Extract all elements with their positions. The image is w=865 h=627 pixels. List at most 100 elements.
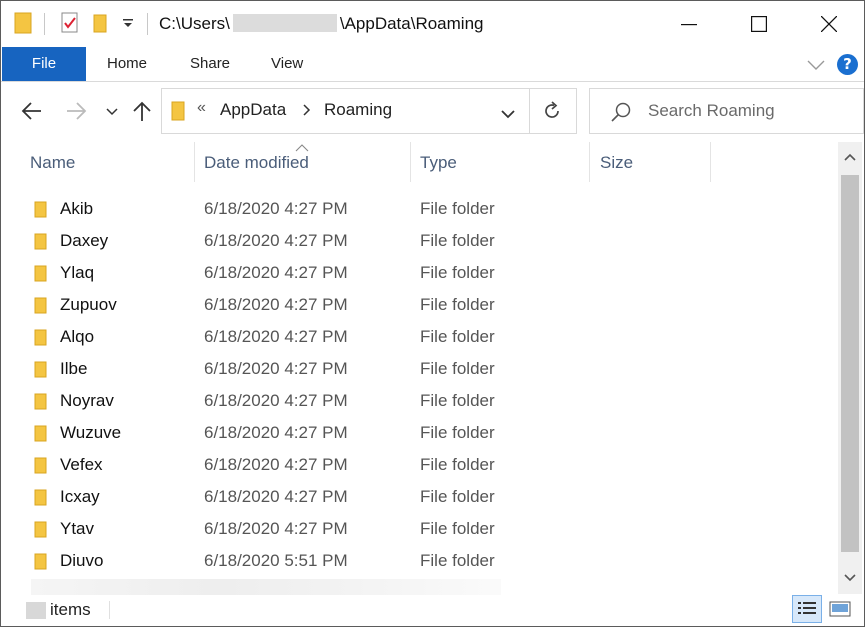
file-date-modified: 6/18/2020 4:27 PM — [204, 455, 348, 474]
file-type: File folder — [420, 199, 495, 218]
maximize-icon — [751, 16, 767, 32]
scroll-up-icon[interactable] — [844, 149, 856, 167]
file-type: File folder — [420, 359, 495, 378]
up-arrow-icon — [133, 101, 151, 121]
help-button[interactable]: ? — [837, 54, 858, 75]
file-name: Icxay — [60, 487, 100, 506]
column-divider[interactable] — [710, 142, 711, 182]
title-bar: C:\Users\ \AppData\Roaming — [1, 1, 864, 47]
file-name: Noyrav — [60, 391, 114, 410]
close-button[interactable] — [794, 1, 864, 47]
search-box[interactable] — [589, 88, 864, 134]
search-input[interactable] — [648, 89, 848, 133]
list-item[interactable]: Icxay 6/18/2020 4:27 PM File folder — [1, 481, 836, 513]
list-item[interactable]: Ytav 6/18/2020 4:27 PM File folder — [1, 513, 836, 545]
file-name: Ilbe — [60, 359, 88, 378]
list-item[interactable]: Diuvo 6/18/2020 5:51 PM File folder — [1, 545, 836, 577]
minimize-button[interactable] — [654, 1, 724, 47]
file-type: File folder — [420, 519, 495, 538]
file-type: File folder — [420, 391, 495, 410]
maximize-button[interactable] — [724, 1, 794, 47]
expand-ribbon-icon[interactable] — [807, 58, 825, 76]
scrollbar-thumb[interactable] — [841, 175, 859, 552]
list-item[interactable]: Daxey 6/18/2020 4:27 PM File folder — [1, 225, 836, 257]
file-date-modified: 6/18/2020 4:27 PM — [204, 423, 348, 442]
customize-toolbar-icon[interactable] — [121, 15, 135, 36]
file-type: File folder — [420, 263, 495, 282]
recent-locations-button[interactable] — [105, 93, 119, 129]
minimize-icon — [681, 24, 697, 26]
breadcrumb-chevron-icon[interactable] — [302, 101, 312, 123]
file-date-modified: 6/18/2020 4:27 PM — [204, 359, 348, 378]
file-date-modified: 6/18/2020 4:27 PM — [204, 263, 348, 282]
large-icons-view-button[interactable] — [827, 597, 853, 621]
tab-file[interactable]: File — [2, 47, 86, 81]
back-arrow-icon — [21, 102, 41, 120]
back-button[interactable] — [21, 93, 43, 129]
list-item[interactable]: Zupuov 6/18/2020 4:27 PM File folder — [1, 289, 836, 321]
address-overflow[interactable]: « — [197, 99, 206, 117]
address-bar[interactable]: « AppData Roaming — [161, 88, 577, 134]
file-list: Akib 6/18/2020 4:27 PM File folder Daxey 6/1… — [1, 193, 836, 577]
forward-arrow-icon — [67, 102, 87, 120]
column-header-label: Type — [420, 153, 457, 172]
tab-home[interactable]: Home — [107, 47, 147, 81]
list-item[interactable]: Akib 6/18/2020 4:27 PM File folder — [1, 193, 836, 225]
folder-icon — [13, 11, 35, 40]
folder-icon — [34, 233, 48, 256]
title-prefix: C:\Users\ — [159, 14, 230, 33]
divider — [44, 13, 45, 35]
folder-icon — [34, 425, 48, 448]
address-dropdown-icon[interactable] — [500, 106, 516, 124]
properties-icon[interactable] — [59, 11, 81, 40]
folder-icon — [34, 297, 48, 320]
column-header-label: Name — [30, 153, 76, 172]
new-folder-icon[interactable] — [91, 11, 109, 40]
folder-icon — [34, 393, 48, 416]
vertical-scrollbar[interactable] — [838, 142, 862, 594]
details-view-icon — [798, 602, 816, 614]
list-item[interactable]: Vefex 6/18/2020 4:27 PM File folder — [1, 449, 836, 481]
redacted-item-count — [26, 602, 46, 619]
ribbon-tabs: File Home Share View ? — [1, 47, 864, 82]
column-header-type[interactable]: Type — [411, 142, 589, 182]
column-header-size[interactable]: Size — [590, 142, 710, 182]
tab-view[interactable]: View — [271, 47, 303, 81]
list-item[interactable]: Alqo 6/18/2020 4:27 PM File folder — [1, 321, 836, 353]
file-name: Diuvo — [60, 551, 104, 570]
file-type: File folder — [420, 423, 495, 442]
file-name: Daxey — [60, 231, 109, 250]
file-type: File folder — [420, 327, 495, 346]
file-name: Vefex — [60, 455, 103, 474]
folder-icon — [34, 329, 48, 352]
refresh-icon[interactable] — [542, 101, 562, 126]
file-date-modified: 6/18/2020 4:27 PM — [204, 231, 348, 250]
list-item[interactable]: Noyrav 6/18/2020 4:27 PM File folder — [1, 385, 836, 417]
column-header-date-modified[interactable]: Date modified — [195, 142, 410, 182]
folder-icon — [170, 101, 186, 126]
up-button[interactable] — [131, 93, 153, 129]
breadcrumb-appdata[interactable]: AppData — [220, 100, 286, 120]
file-date-modified: 6/18/2020 5:51 PM — [204, 551, 348, 570]
file-date-modified: 6/18/2020 4:27 PM — [204, 487, 348, 506]
file-date-modified: 6/18/2020 4:27 PM — [204, 295, 348, 314]
divider — [529, 89, 530, 133]
file-name: Ytav — [60, 519, 95, 538]
forward-button[interactable] — [65, 93, 87, 129]
search-icon — [610, 101, 632, 128]
column-header-name[interactable]: Name — [19, 142, 194, 182]
scroll-down-icon[interactable] — [844, 570, 856, 588]
file-date-modified: 6/18/2020 4:27 PM — [204, 391, 348, 410]
file-name: Wuzuve — [60, 423, 122, 442]
list-item[interactable]: Ilbe 6/18/2020 4:27 PM File folder — [1, 353, 836, 385]
list-item[interactable]: Ylaq 6/18/2020 4:27 PM File folder — [1, 257, 836, 289]
list-item[interactable]: Wuzuve 6/18/2020 4:27 PM File folder — [1, 417, 836, 449]
tab-share[interactable]: Share — [190, 47, 230, 81]
file-type: File folder — [420, 295, 495, 314]
window-title: C:\Users\ \AppData\Roaming — [159, 14, 483, 34]
breadcrumb-roaming[interactable]: Roaming — [324, 100, 392, 120]
divider — [109, 601, 110, 619]
file-name: Zupuov — [60, 295, 117, 314]
file-type: File folder — [420, 455, 495, 474]
details-view-button[interactable] — [792, 595, 822, 623]
